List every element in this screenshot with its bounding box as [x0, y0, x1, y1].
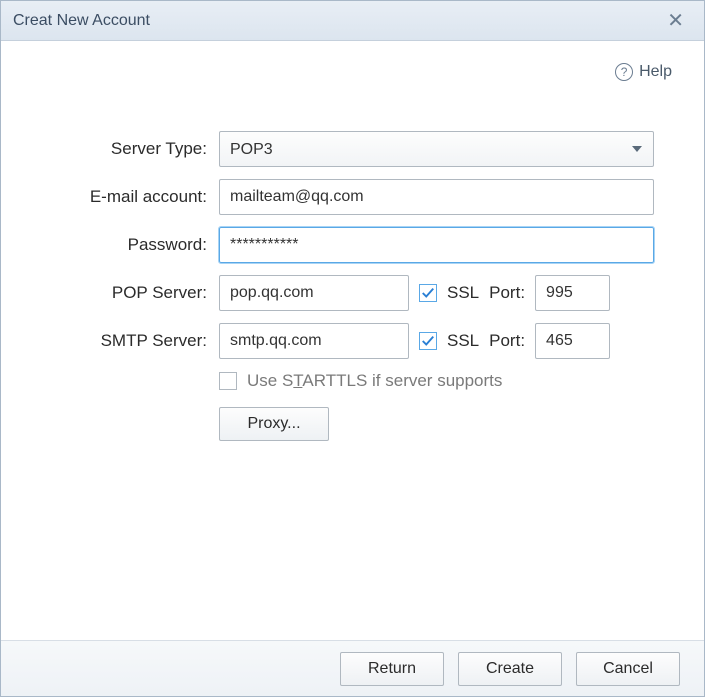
label-email: E-mail account: [29, 187, 219, 207]
help-label: Help [639, 63, 672, 81]
row-starttls: Use STARTTLS if server supports [219, 371, 676, 391]
row-email: E-mail account: [29, 179, 676, 215]
proxy-button[interactable]: Proxy... [219, 407, 329, 441]
row-password: Password: [29, 227, 676, 263]
row-pop: POP Server: SSL Port: [29, 275, 676, 311]
dialog-window: Creat New Account ✕ ? Help Server Type: … [0, 0, 705, 697]
close-icon[interactable]: ✕ [659, 4, 692, 37]
pop-ssl-label: SSL [447, 283, 479, 303]
help-icon: ? [615, 63, 633, 81]
return-button[interactable]: Return [340, 652, 444, 686]
pop-port-label: Port: [489, 283, 525, 303]
smtp-ssl-label: SSL [447, 331, 479, 351]
label-smtp: SMTP Server: [29, 331, 219, 351]
label-server-type: Server Type: [29, 139, 219, 159]
server-type-select[interactable]: POP3 [219, 131, 654, 167]
footer: Return Create Cancel [1, 640, 704, 696]
create-button[interactable]: Create [458, 652, 562, 686]
smtp-ssl-checkbox[interactable] [419, 332, 437, 350]
label-password: Password: [29, 235, 219, 255]
content-area: ? Help Server Type: POP3 E-mail account: [1, 41, 704, 640]
row-server-type: Server Type: POP3 [29, 131, 676, 167]
pop-port-field[interactable] [535, 275, 610, 311]
form: Server Type: POP3 E-mail account: Passwo… [29, 131, 676, 441]
smtp-port-field[interactable] [535, 323, 610, 359]
cancel-button[interactable]: Cancel [576, 652, 680, 686]
window-title: Creat New Account [13, 12, 150, 30]
smtp-server-field[interactable] [219, 323, 409, 359]
starttls-checkbox[interactable] [219, 372, 237, 390]
titlebar: Creat New Account ✕ [1, 1, 704, 41]
password-field[interactable] [219, 227, 654, 263]
label-pop: POP Server: [29, 283, 219, 303]
check-icon [421, 334, 435, 348]
row-smtp: SMTP Server: SSL Port: [29, 323, 676, 359]
smtp-port-label: Port: [489, 331, 525, 351]
check-icon [421, 286, 435, 300]
row-proxy: Proxy... [219, 407, 676, 441]
pop-server-field[interactable] [219, 275, 409, 311]
email-field[interactable] [219, 179, 654, 215]
help-link[interactable]: ? Help [615, 63, 672, 81]
pop-ssl-checkbox[interactable] [419, 284, 437, 302]
starttls-label: Use STARTTLS if server supports [247, 371, 502, 391]
